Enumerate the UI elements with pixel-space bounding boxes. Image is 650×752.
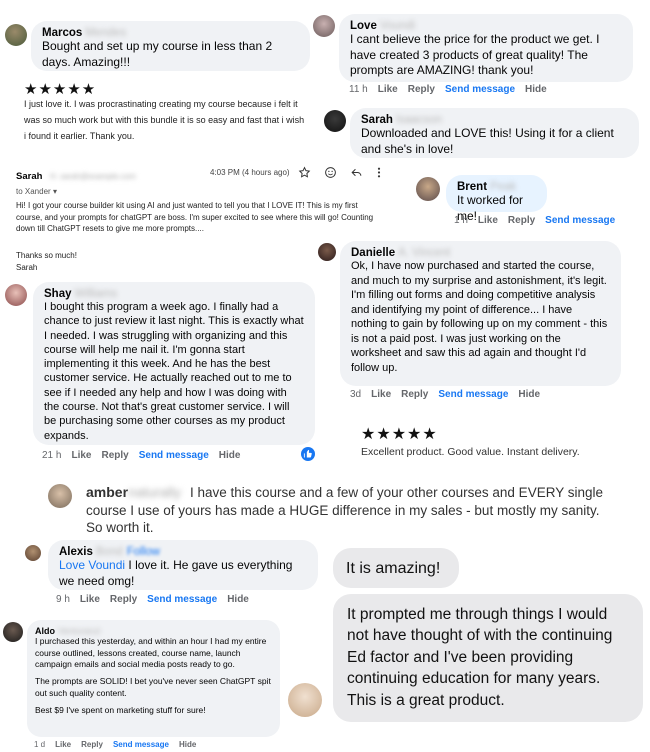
comment-marcos: Marcos Mendes Bought and set up my course… xyxy=(31,21,310,71)
amber-comment-text: I have this course and a few of your oth… xyxy=(86,485,603,536)
star-icon[interactable] xyxy=(298,166,311,184)
comment-text: The prompts are SOLID! I bet you've neve… xyxy=(35,676,271,698)
emoji-icon[interactable] xyxy=(324,166,337,184)
commenter-name[interactable]: Alexis Bond Follow xyxy=(59,546,307,558)
like-reaction-icon[interactable] xyxy=(301,447,315,461)
comment-time: 1 h xyxy=(454,215,468,226)
reply-button[interactable]: Reply xyxy=(101,450,128,461)
more-options-icon[interactable] xyxy=(376,166,382,184)
avatar-aldo[interactable] xyxy=(3,622,23,642)
five-star-rating: ★★★★★ xyxy=(24,81,97,98)
like-button[interactable]: Like xyxy=(371,389,391,400)
comment-brent: Brent Peak It worked for me! xyxy=(446,175,547,223)
reply-button[interactable]: Reply xyxy=(408,84,435,95)
send-message-button[interactable]: Send message xyxy=(113,740,169,749)
hide-button[interactable]: Hide xyxy=(518,389,540,400)
email-thanks: Thanks so much! xyxy=(16,251,77,260)
avatar-marcos[interactable] xyxy=(5,24,27,46)
comment-actions: 21 h Like Reply Send message Hide xyxy=(42,450,250,461)
comment-aldo: Aldo Venturanzi I purchased this yesterda… xyxy=(27,620,280,737)
comment-danielle: Danielle A. Vincent Ok, I have now purcha… xyxy=(340,241,621,386)
avatar-imessage-sender[interactable] xyxy=(288,683,322,717)
commenter-name[interactable]: Aldo Venturanzi xyxy=(35,626,272,636)
message-bubble: It prompted me through things I would no… xyxy=(333,594,643,722)
hide-button[interactable]: Hide xyxy=(525,84,547,95)
email-recipient[interactable]: to Xander ▾ xyxy=(16,187,396,196)
hide-button[interactable]: Hide xyxy=(227,594,249,605)
comment-text: I bought this program a week ago. I fina… xyxy=(44,301,304,442)
email-sender[interactable]: Sarah xyxy=(16,171,42,182)
commenter-name[interactable]: Sarah Isaacson xyxy=(361,114,628,126)
like-button[interactable]: Like xyxy=(55,740,71,749)
comment-time: 3d xyxy=(350,389,362,400)
comment-sarah: Sarah Isaacson Downloaded and LOVE this! … xyxy=(350,108,639,158)
email-actions xyxy=(298,166,388,180)
like-button[interactable]: Like xyxy=(80,594,100,605)
avatar-brent[interactable] xyxy=(416,177,440,201)
hide-button[interactable]: Hide xyxy=(219,450,241,461)
follow-link[interactable]: Follow xyxy=(127,546,160,558)
comment-time: 1 d xyxy=(34,740,46,749)
avatar-danielle[interactable] xyxy=(318,243,336,261)
reply-button[interactable]: Reply xyxy=(508,215,535,226)
avatar-alexis[interactable] xyxy=(25,545,41,561)
comment-shay: Shay Williams I bought this program a wee… xyxy=(33,282,315,445)
hide-button[interactable]: Hide xyxy=(179,740,196,749)
avatar-amber[interactable] xyxy=(48,484,72,508)
comment-time: 21 h xyxy=(42,450,62,461)
commenter-name[interactable]: Love Voundi xyxy=(350,20,622,32)
send-message-button[interactable]: Send message xyxy=(445,84,515,95)
commenter-name[interactable]: Marcos Mendes xyxy=(42,27,299,39)
like-button[interactable]: Like xyxy=(378,84,398,95)
comment-actions: 9 h Like Reply Send message Hide xyxy=(56,594,259,605)
email-time: 4:03 PM (4 hours ago) xyxy=(210,168,290,177)
comment-actions: 1 h Like Reply Send message xyxy=(454,215,625,226)
reply-button[interactable]: Reply xyxy=(401,389,428,400)
commenter-name[interactable]: Shay Williams xyxy=(44,288,304,300)
send-message-button[interactable]: Send message xyxy=(545,215,615,226)
like-button[interactable]: Like xyxy=(71,450,91,461)
commenter-name[interactable]: Brent Peak xyxy=(457,181,536,193)
avatar-shay[interactable] xyxy=(5,284,27,306)
message-bubble: It is amazing! xyxy=(333,548,459,588)
comment-love: Love Voundi I cant believe the price for … xyxy=(339,14,633,82)
comment-actions: 1 d Like Reply Send message Hide xyxy=(34,740,206,749)
comment-actions: 3d Like Reply Send message Hide xyxy=(350,389,550,400)
avatar-sarah[interactable] xyxy=(324,110,346,132)
commenter-name[interactable]: Danielle A. Vincent xyxy=(351,247,610,259)
avatar-love[interactable] xyxy=(313,15,335,37)
email-sender-address: H. sarah@example.com xyxy=(49,172,136,181)
send-message-button[interactable]: Send message xyxy=(139,450,209,461)
comment-text: I cant believe the price for the product… xyxy=(350,32,600,78)
comment-text: Love Voundi I love it. He gave us everyt… xyxy=(59,558,293,588)
email-body: Hi! I got your course builder kit using … xyxy=(16,201,374,234)
comment-time: 11 h xyxy=(349,84,368,95)
five-star-rating: ★★★★★ xyxy=(361,426,438,443)
reply-icon[interactable] xyxy=(350,166,363,184)
comment-text: Ok, I have now purchased and started the… xyxy=(351,260,608,374)
review-text: I just love it. I was procrastinating cr… xyxy=(24,99,305,141)
review-text: Excellent product. Good value. Instant d… xyxy=(361,446,580,458)
comment-text: Best $9 I've spent on marketing stuff fo… xyxy=(35,704,206,715)
comment-text: Downloaded and LOVE this! Using it for a… xyxy=(361,126,614,156)
reply-button[interactable]: Reply xyxy=(81,740,103,749)
send-message-button[interactable]: Send message xyxy=(147,594,217,605)
like-button[interactable]: Like xyxy=(478,215,498,226)
send-message-button[interactable]: Send message xyxy=(438,389,508,400)
mention-link[interactable]: Love Voundi xyxy=(59,558,125,572)
comment-text: Bought and set up my course in less than… xyxy=(42,39,273,69)
email-signature: Sarah xyxy=(16,263,38,272)
comment-alexis: Alexis Bond Follow Love Voundi I love it. … xyxy=(48,540,318,590)
chevron-down-icon[interactable]: ▾ xyxy=(53,187,57,196)
comment-text: I purchased this yesterday, and within a… xyxy=(35,636,267,670)
comment-time: 9 h xyxy=(56,594,70,605)
reply-button[interactable]: Reply xyxy=(110,594,137,605)
comment-actions: 11 h Like Reply Send message Hide xyxy=(349,84,557,95)
